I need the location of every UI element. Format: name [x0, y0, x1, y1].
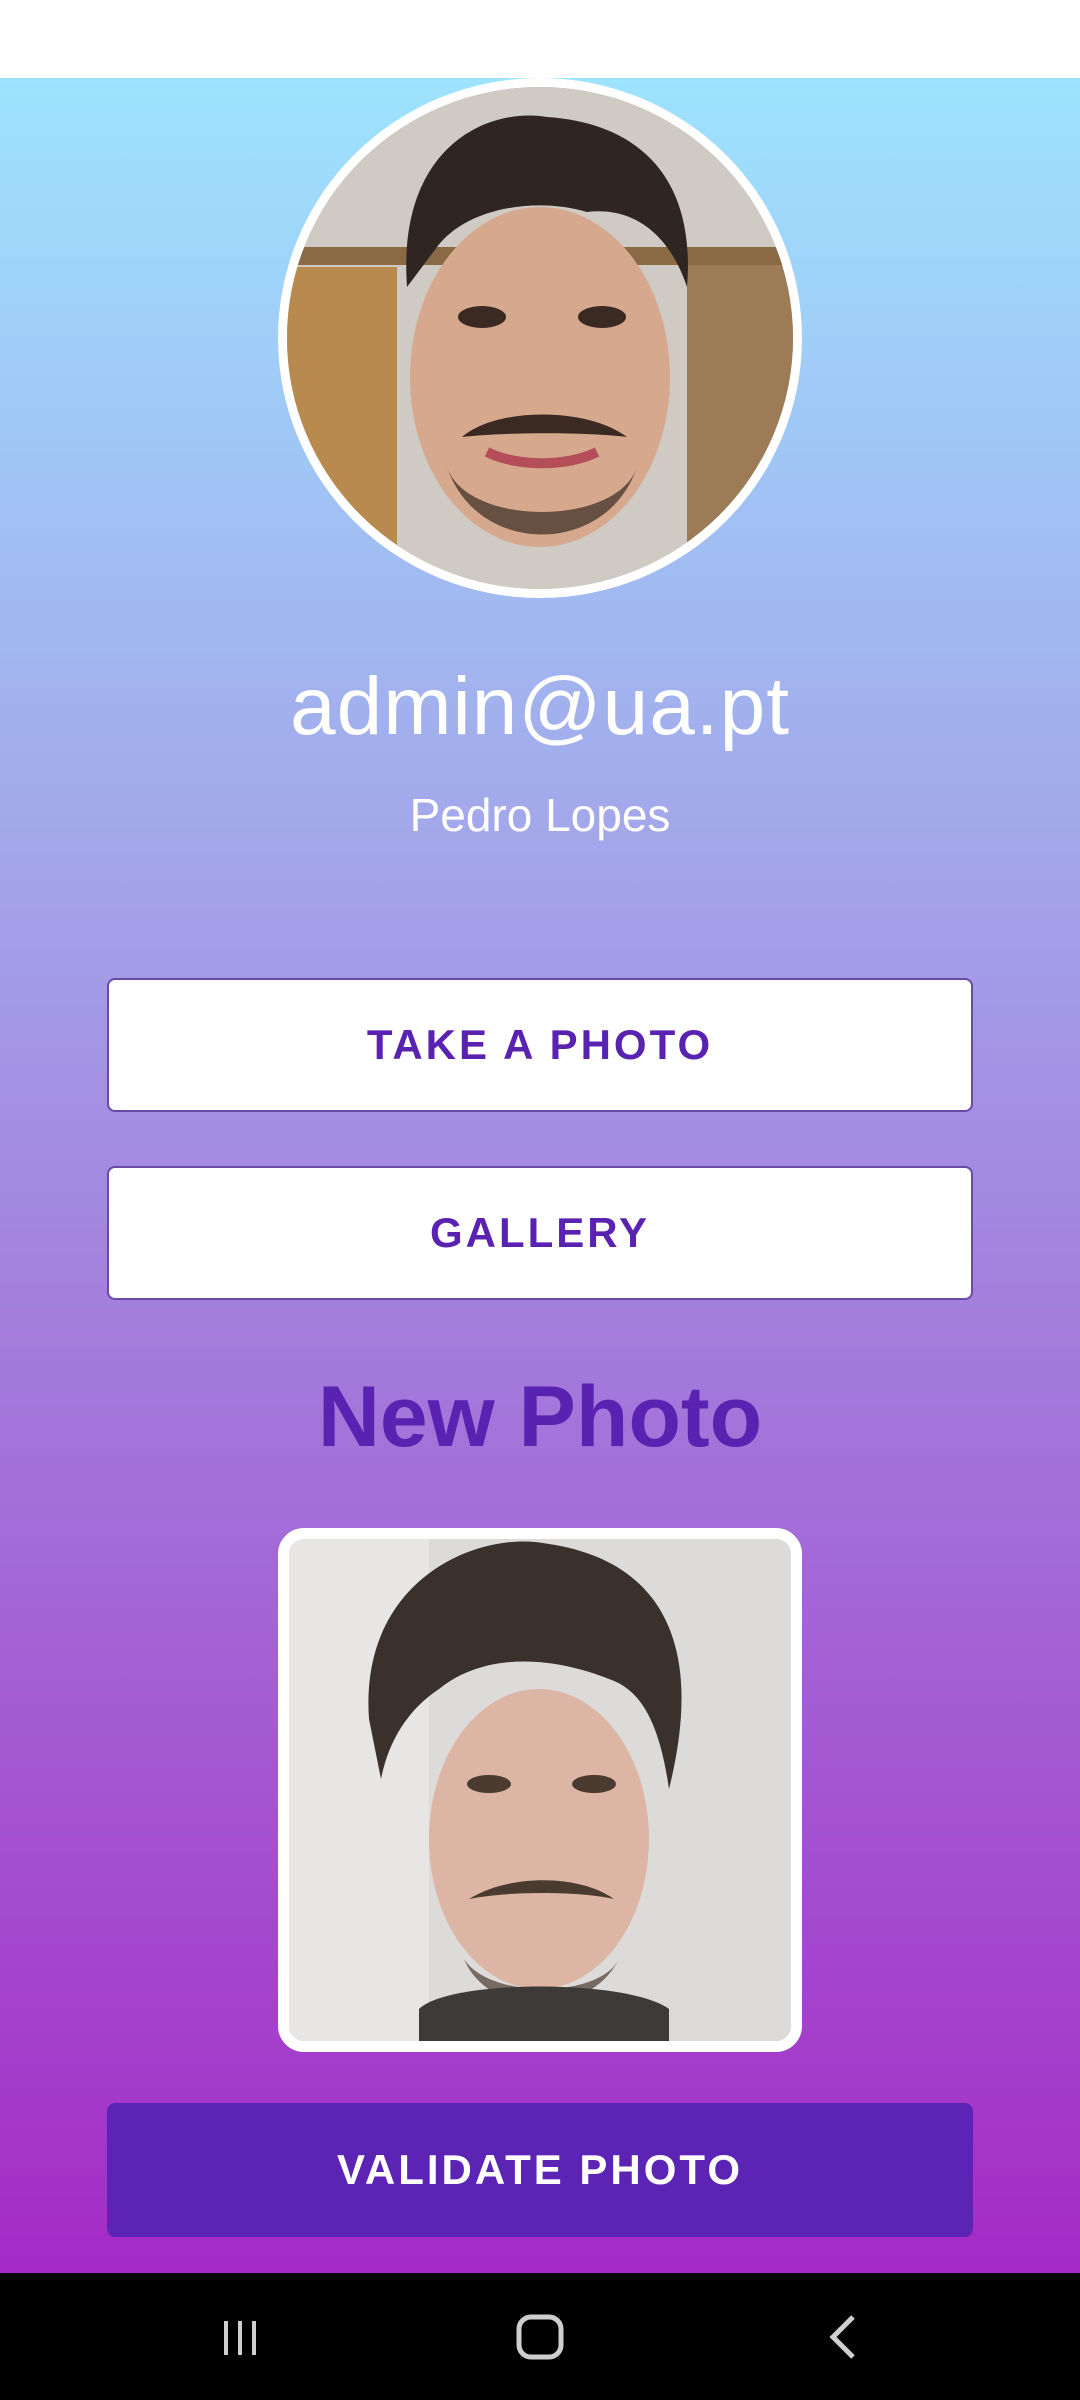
- back-button[interactable]: [755, 2273, 935, 2400]
- validate-photo-button[interactable]: VALIDATE PHOTO: [107, 2103, 973, 2237]
- gallery-button[interactable]: GALLERY: [107, 1166, 973, 1300]
- home-button[interactable]: [450, 2273, 630, 2400]
- recent-apps-button[interactable]: [150, 2273, 330, 2400]
- profile-name: Pedro Lopes: [409, 789, 671, 841]
- navigation-bar: [0, 2273, 1080, 2400]
- recent-apps-icon: [224, 2320, 256, 2355]
- status-bar: [0, 0, 1080, 78]
- profile-screen: admin@ua.pt Pedro Lopes TAKE A PHOTO GAL…: [0, 78, 1080, 2273]
- profile-avatar: [278, 78, 802, 598]
- new-photo-title: New Photo: [317, 1369, 763, 1465]
- take-photo-button[interactable]: TAKE A PHOTO: [107, 978, 973, 1112]
- home-icon: [516, 2314, 564, 2359]
- profile-email: admin@ua.pt: [290, 661, 790, 752]
- new-photo-preview: [278, 1528, 802, 2052]
- back-icon: [829, 2314, 855, 2359]
